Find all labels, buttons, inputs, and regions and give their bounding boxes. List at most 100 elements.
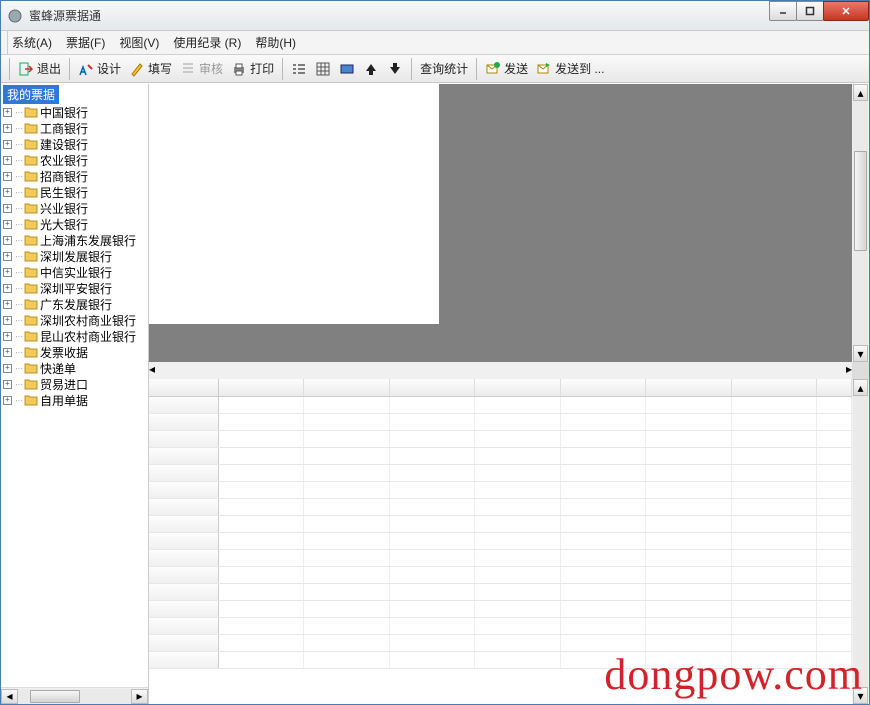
grid-col[interactable] [817, 379, 852, 396]
expand-icon[interactable]: + [3, 140, 12, 149]
tree-item[interactable]: +⋯深圳平安银行 [1, 280, 148, 296]
tree-item[interactable]: +⋯贸易进口 [1, 376, 148, 392]
minimize-button[interactable] [769, 1, 797, 21]
move-down-button[interactable] [383, 58, 407, 80]
design-button[interactable]: 设计 [74, 58, 125, 80]
table-row[interactable] [149, 533, 852, 550]
tree-item[interactable]: +⋯深圳发展银行 [1, 248, 148, 264]
fill-button[interactable]: 填写 [125, 58, 176, 80]
tree-item[interactable]: +⋯农业银行 [1, 152, 148, 168]
tree-item[interactable]: +⋯民生银行 [1, 184, 148, 200]
tree-root[interactable]: 我的票据 [3, 85, 59, 104]
tree-item[interactable]: +⋯招商银行 [1, 168, 148, 184]
tree-item[interactable]: +⋯深圳农村商业银行 [1, 312, 148, 328]
grid-col[interactable] [732, 379, 817, 396]
expand-icon[interactable]: + [3, 364, 12, 373]
canvas-hscroll[interactable]: ◂ ▸ [149, 362, 869, 379]
tree-item[interactable]: +⋯光大银行 [1, 216, 148, 232]
row-header [149, 431, 219, 447]
expand-icon[interactable]: + [3, 124, 12, 133]
move-up-button[interactable] [359, 58, 383, 80]
table-row[interactable] [149, 601, 852, 618]
grid-col[interactable] [390, 379, 475, 396]
review-button[interactable]: 审核 [176, 58, 227, 80]
tree-item[interactable]: +⋯自用单据 [1, 392, 148, 408]
tree-item[interactable]: +⋯兴业银行 [1, 200, 148, 216]
folder-icon [24, 234, 38, 246]
sidebar-hscroll[interactable]: ◂ ▸ [1, 687, 148, 704]
grid-col[interactable] [475, 379, 560, 396]
table-row[interactable] [149, 618, 852, 635]
grid-col[interactable] [219, 379, 304, 396]
menu-view[interactable]: 视图(V) [113, 31, 165, 54]
expand-icon[interactable]: + [3, 380, 12, 389]
query-button[interactable]: 查询统计 [416, 58, 472, 80]
expand-icon[interactable]: + [3, 332, 12, 341]
grid-col[interactable] [304, 379, 389, 396]
scroll-down-icon[interactable]: ▾ [853, 687, 868, 704]
table-row[interactable] [149, 584, 852, 601]
menu-bill[interactable]: 票据(F) [60, 31, 111, 54]
table-row[interactable] [149, 431, 852, 448]
sendto-button[interactable]: 发送到 ... [532, 58, 608, 80]
folder-icon [24, 298, 38, 310]
expand-icon[interactable]: + [3, 220, 12, 229]
expand-icon[interactable]: + [3, 284, 12, 293]
table-row[interactable] [149, 448, 852, 465]
menu-help[interactable]: 帮助(H) [249, 31, 302, 54]
data-grid[interactable] [149, 379, 852, 704]
tree-item[interactable]: +⋯中信实业银行 [1, 264, 148, 280]
expand-icon[interactable]: + [3, 268, 12, 277]
scroll-down-icon[interactable]: ▾ [853, 345, 868, 362]
menu-history[interactable]: 使用纪录 (R) [167, 31, 247, 54]
table-row[interactable] [149, 482, 852, 499]
expand-icon[interactable]: + [3, 236, 12, 245]
table-row[interactable] [149, 652, 852, 669]
tree-item[interactable]: +⋯中国银行 [1, 104, 148, 120]
table-row[interactable] [149, 414, 852, 431]
expand-icon[interactable]: + [3, 316, 12, 325]
expand-icon[interactable]: + [3, 300, 12, 309]
canvas-vscroll[interactable]: ▴ ▾ [852, 84, 869, 362]
tree-item[interactable]: +⋯快递单 [1, 360, 148, 376]
scroll-left-icon[interactable]: ◂ [1, 689, 18, 704]
view-card-button[interactable] [335, 58, 359, 80]
view-list-button[interactable] [287, 58, 311, 80]
expand-icon[interactable]: + [3, 188, 12, 197]
scroll-up-icon[interactable]: ▴ [853, 84, 868, 101]
menu-system[interactable]: 系统(A) [7, 31, 58, 54]
grid-col[interactable] [646, 379, 731, 396]
tree-item[interactable]: +⋯发票收据 [1, 344, 148, 360]
grid-vscroll[interactable]: ▴ ▾ [852, 379, 869, 704]
exit-button[interactable]: 退出 [14, 58, 65, 80]
print-button[interactable]: 打印 [227, 58, 278, 80]
view-grid-button[interactable] [311, 58, 335, 80]
table-row[interactable] [149, 550, 852, 567]
send-button[interactable]: 发送 [481, 58, 532, 80]
tree-item-label: 兴业银行 [40, 200, 88, 217]
expand-icon[interactable]: + [3, 252, 12, 261]
table-row[interactable] [149, 465, 852, 482]
tree[interactable]: 我的票据 +⋯中国银行+⋯工商银行+⋯建设银行+⋯农业银行+⋯招商银行+⋯民生银… [1, 84, 148, 687]
tree-item[interactable]: +⋯上海浦东发展银行 [1, 232, 148, 248]
table-row[interactable] [149, 516, 852, 533]
table-row[interactable] [149, 567, 852, 584]
grid-col[interactable] [561, 379, 646, 396]
tree-item[interactable]: +⋯广东发展银行 [1, 296, 148, 312]
tree-item[interactable]: +⋯昆山农村商业银行 [1, 328, 148, 344]
expand-icon[interactable]: + [3, 396, 12, 405]
expand-icon[interactable]: + [3, 108, 12, 117]
maximize-button[interactable] [796, 1, 824, 21]
tree-item[interactable]: +⋯建设银行 [1, 136, 148, 152]
expand-icon[interactable]: + [3, 204, 12, 213]
close-button[interactable] [823, 1, 869, 21]
table-row[interactable] [149, 635, 852, 652]
expand-icon[interactable]: + [3, 172, 12, 181]
table-row[interactable] [149, 499, 852, 516]
tree-item[interactable]: +⋯工商银行 [1, 120, 148, 136]
expand-icon[interactable]: + [3, 156, 12, 165]
table-row[interactable] [149, 397, 852, 414]
expand-icon[interactable]: + [3, 348, 12, 357]
scroll-up-icon[interactable]: ▴ [853, 379, 868, 396]
scroll-right-icon[interactable]: ▸ [131, 689, 148, 704]
